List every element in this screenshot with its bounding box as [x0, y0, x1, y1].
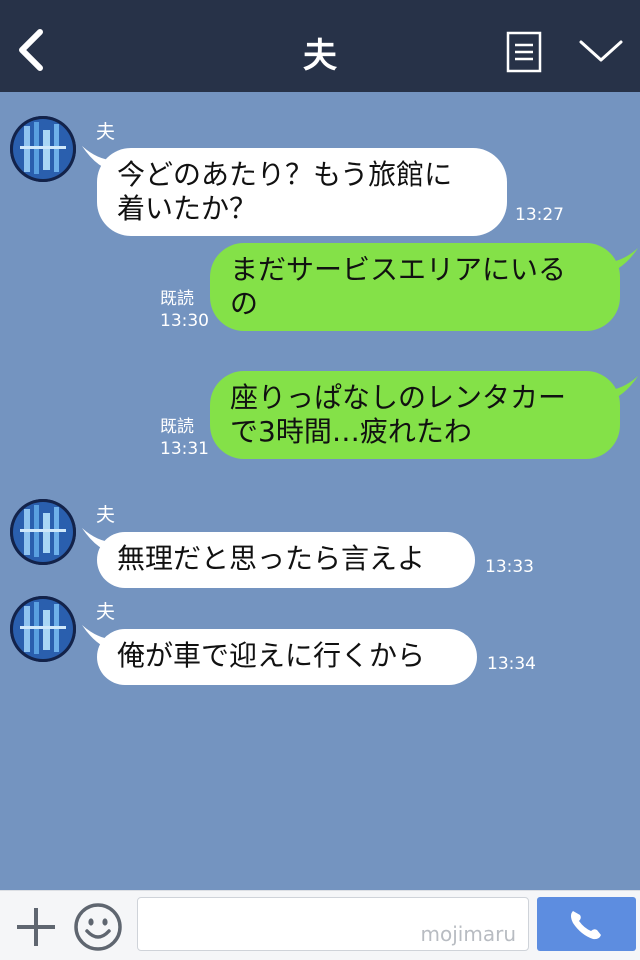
read-receipt: 既読 13:31: [160, 416, 209, 460]
watermark-text: mojimaru: [420, 922, 516, 946]
message-line: 今どのあたり？もう旅館に: [117, 158, 453, 191]
emoji-icon[interactable]: [72, 901, 124, 953]
avatar[interactable]: [10, 596, 76, 662]
input-bar: mojimaru: [0, 890, 640, 960]
message-time: 13:34: [487, 654, 536, 674]
message-bubble-incoming[interactable]: 無理だと思ったら言えよ: [97, 532, 475, 588]
call-button[interactable]: [537, 897, 636, 951]
message-line: の: [230, 287, 259, 320]
chevron-down-icon[interactable]: [578, 36, 624, 66]
sender-name: 夫: [96, 121, 116, 143]
bubble-tail: [602, 248, 638, 274]
avatar-image: [10, 116, 76, 182]
message-line: まだサービスエリアにいる: [230, 253, 567, 286]
message-bubble-incoming[interactable]: 俺が車で迎えに行くから: [97, 629, 477, 685]
chat-area[interactable]: 夫 今どのあたり？もう旅館に 着いたか？ 13:27 既読 13:30 まだサー…: [0, 92, 640, 890]
bubble-tail: [602, 376, 638, 402]
note-icon[interactable]: [506, 31, 542, 73]
read-label: 既読: [160, 289, 194, 309]
message-bubble-outgoing[interactable]: まだサービスエリアにいる の: [210, 243, 620, 331]
message-time: 13:31: [160, 439, 209, 459]
message-time: 13:27: [515, 205, 564, 225]
plus-icon[interactable]: [14, 905, 58, 949]
sender-name: 夫: [96, 504, 116, 526]
chat-header: 夫: [0, 0, 640, 92]
avatar-image: [10, 596, 76, 662]
avatar[interactable]: [10, 499, 76, 565]
message-bubble-outgoing[interactable]: 座りっぱなしのレンタカー で3時間…疲れたわ: [210, 371, 620, 459]
message-input[interactable]: mojimaru: [137, 897, 529, 951]
message-line: 俺が車で迎えに行くから: [117, 639, 426, 672]
read-label: 既読: [160, 417, 194, 437]
chat-title: 夫: [303, 36, 337, 76]
avatar-image: [10, 499, 76, 565]
message-time: 13:33: [485, 557, 534, 577]
message-line: で3時間…疲れたわ: [230, 415, 472, 448]
message-line: 無理だと思ったら言えよ: [117, 542, 426, 575]
sender-name: 夫: [96, 601, 116, 623]
message-line: 座りっぱなしのレンタカー: [230, 381, 567, 414]
read-receipt: 既読 13:30: [160, 288, 209, 332]
phone-icon: [571, 911, 601, 940]
message-time: 13:30: [160, 311, 209, 331]
message-bubble-incoming[interactable]: 今どのあたり？もう旅館に 着いたか？: [97, 148, 507, 236]
message-line: 着いたか？: [117, 192, 258, 225]
avatar[interactable]: [10, 116, 76, 182]
